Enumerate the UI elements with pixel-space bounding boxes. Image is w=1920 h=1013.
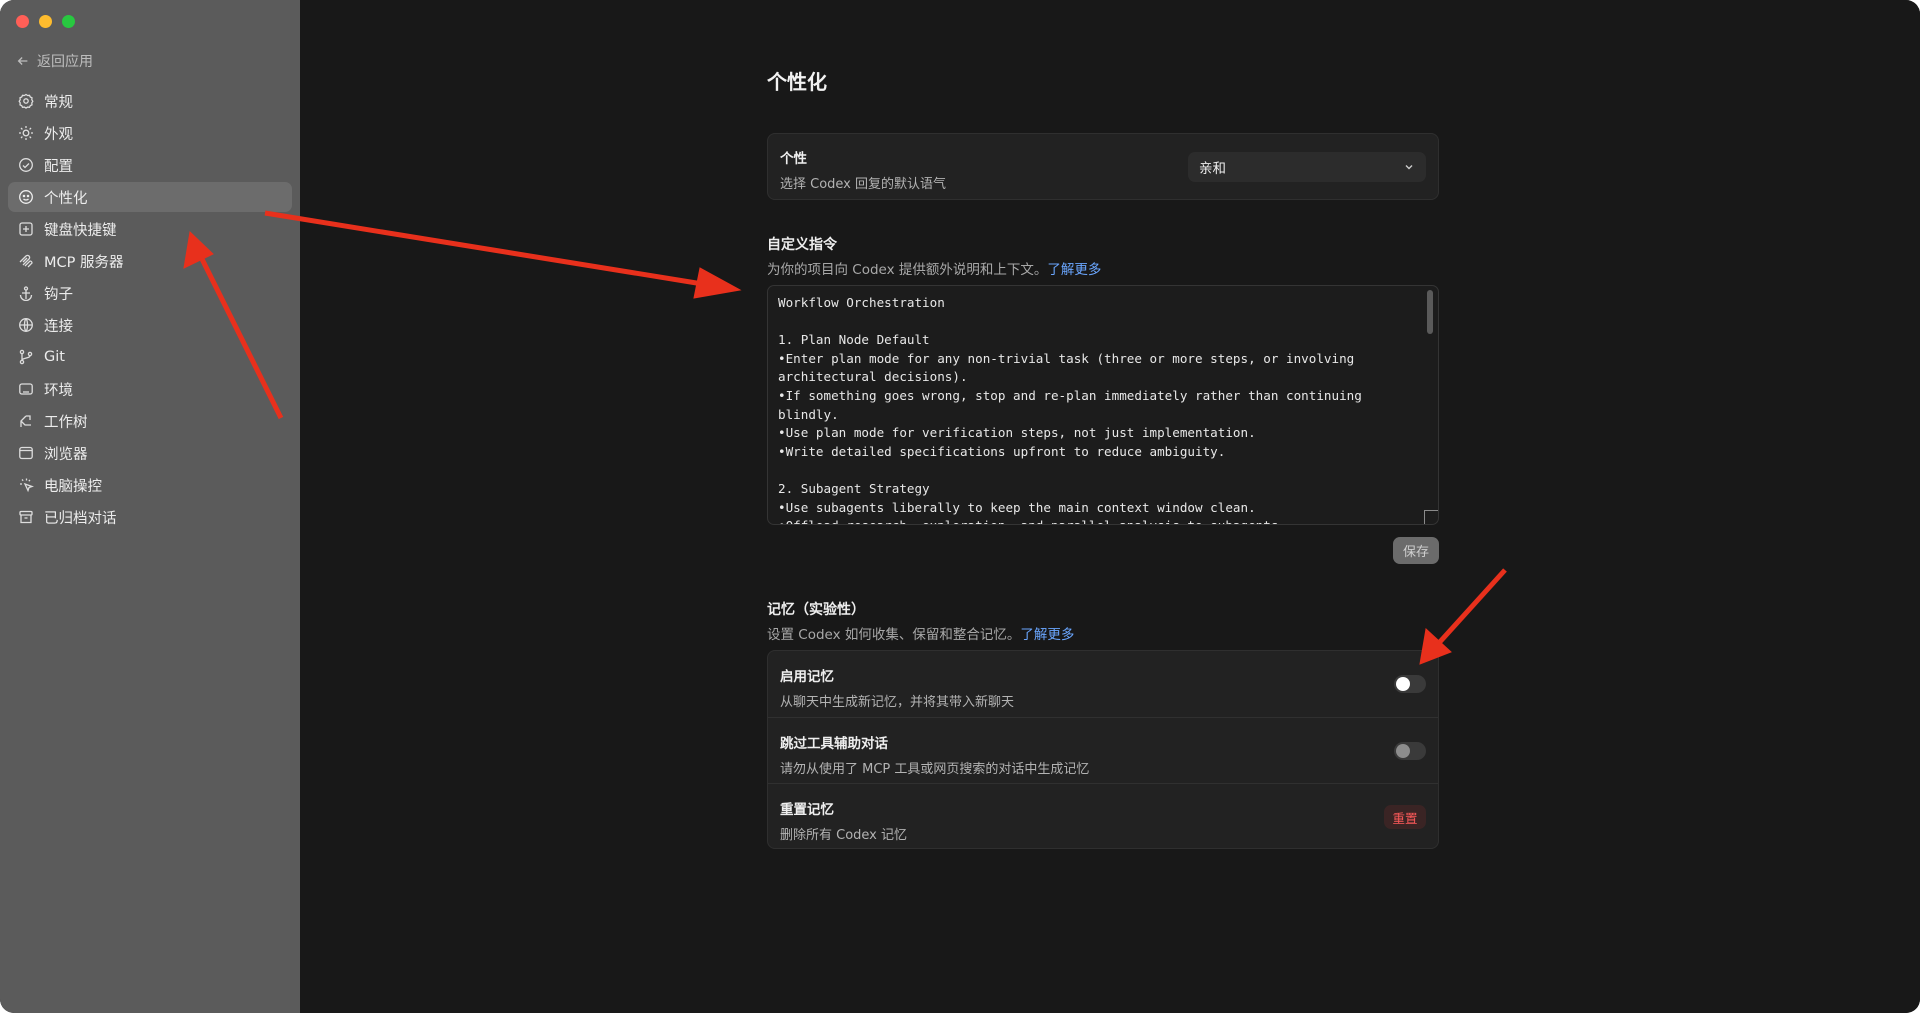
skip-tool-chats-description: 请勿从使用了 MCP 工具或网页搜索的对话中生成记忆 (780, 762, 1090, 777)
archive-icon (19, 510, 33, 524)
editor-scrollbar[interactable] (1427, 290, 1433, 334)
custom-instructions-textarea[interactable]: Workflow Orchestration 1. Plan Node Defa… (767, 285, 1439, 525)
gear-icon (18, 93, 34, 109)
anchor-icon (19, 286, 33, 301)
personality-card: 个性 选择 Codex 回复的默认语气 亲和 (767, 133, 1439, 200)
skip-tool-chats-title: 跳过工具辅助对话 (780, 736, 888, 752)
custom-instructions-text: Workflow Orchestration 1. Plan Node Defa… (778, 295, 1362, 524)
sun-icon (19, 126, 33, 140)
sidebar-item-label: 钩子 (44, 286, 73, 303)
main-panel: 个性化 个性 选择 Codex 回复的默认语气 亲和 自定义指令 为你的项目向 … (300, 0, 1920, 1013)
sidebar-item-general[interactable]: 常规 (8, 86, 292, 116)
reset-memory-row: 重置记忆 删除所有 Codex 记忆 重置 (768, 783, 1438, 849)
skip-tool-chats-toggle[interactable] (1394, 742, 1426, 760)
sidebar-item-mcp-servers[interactable]: MCP 服务器 (8, 246, 292, 276)
sidebar-item-computer-use[interactable]: 电脑操控 (8, 470, 292, 500)
personality-selected-value: 亲和 (1199, 161, 1226, 177)
sidebar-item-config[interactable]: 配置 (8, 150, 292, 180)
personality-icon (19, 190, 33, 204)
sidebar-item-label: 工作树 (44, 414, 88, 431)
arrow-left-icon (17, 57, 28, 65)
worktree-icon (20, 415, 31, 427)
chevron-down-icon (1405, 165, 1413, 170)
sidebar-item-keyboard-shortcuts[interactable]: 键盘快捷键 (8, 214, 292, 244)
sidebar-item-label: 已归档对话 (44, 510, 117, 527)
window-controls (16, 15, 75, 28)
terminal-icon (19, 383, 33, 395)
sidebar-item-git[interactable]: Git (8, 342, 292, 372)
sidebar-item-personalization[interactable]: 个性化 (8, 182, 292, 212)
skip-tool-chats-row: 跳过工具辅助对话 请勿从使用了 MCP 工具或网页搜索的对话中生成记忆 (768, 717, 1438, 783)
minimize-window-button[interactable] (39, 15, 52, 28)
sidebar-item-appearance[interactable]: 外观 (8, 118, 292, 148)
enable-memory-description: 从聊天中生成新记忆，并将其带入新聊天 (780, 695, 1015, 710)
sidebar-item-label: 浏览器 (44, 446, 88, 463)
sidebar-item-label: 键盘快捷键 (44, 222, 117, 239)
sidebar-item-label: 环境 (44, 382, 73, 399)
memory-description: 设置 Codex 如何收集、保留和整合记忆。了解更多 (767, 627, 1075, 643)
memory-learn-more-link[interactable]: 了解更多 (1020, 627, 1074, 643)
back-to-app-link[interactable]: 返回应用 (16, 51, 93, 71)
keyboard-icon (19, 222, 33, 236)
custom-instructions-learn-more-link[interactable]: 了解更多 (1047, 262, 1101, 278)
reset-memory-button[interactable]: 重置 (1384, 805, 1426, 829)
save-button[interactable]: 保存 (1393, 537, 1439, 564)
globe-icon (19, 318, 33, 332)
enable-memory-toggle[interactable] (1394, 675, 1426, 693)
git-branch-icon (19, 349, 33, 365)
sidebar-item-label: 个性化 (44, 190, 88, 207)
cursor-icon (20, 478, 34, 493)
sidebar-item-label: 常规 (44, 94, 73, 111)
sidebar-item-environment[interactable]: 环境 (8, 374, 292, 404)
page-title: 个性化 (767, 70, 827, 94)
zoom-window-button[interactable] (62, 15, 75, 28)
browser-icon (19, 446, 33, 460)
enable-memory-row: 启用记忆 从聊天中生成新记忆，并将其带入新聊天 (768, 651, 1438, 717)
memory-title: 记忆（实验性） (767, 602, 865, 618)
sidebar-item-worktrees[interactable]: 工作树 (8, 406, 292, 436)
sidebar-item-label: 外观 (44, 126, 73, 143)
config-icon (19, 158, 33, 172)
sidebar: 返回应用 常规 外观 配置 个性化 键盘快捷键 MCP 服务器 钩子 连接 Gi… (0, 0, 300, 1013)
sidebar-item-label: Git (44, 349, 65, 365)
mcp-icon (19, 254, 33, 268)
sidebar-item-hooks[interactable]: 钩子 (8, 278, 292, 308)
close-window-button[interactable] (16, 15, 29, 28)
sidebar-item-archived-chats[interactable]: 已归档对话 (8, 502, 292, 532)
resize-handle[interactable] (1424, 510, 1438, 524)
memory-card: 启用记忆 从聊天中生成新记忆，并将其带入新聊天 跳过工具辅助对话 请勿从使用了 … (767, 650, 1439, 849)
custom-instructions-title: 自定义指令 (767, 237, 837, 253)
enable-memory-title: 启用记忆 (780, 669, 834, 685)
settings-window: 返回应用 常规 外观 配置 个性化 键盘快捷键 MCP 服务器 钩子 连接 Gi… (0, 0, 1920, 1013)
personality-select[interactable]: 亲和 (1188, 152, 1426, 182)
reset-memory-title: 重置记忆 (780, 802, 834, 818)
sidebar-item-connections[interactable]: 连接 (8, 310, 292, 340)
reset-memory-description: 删除所有 Codex 记忆 (780, 828, 908, 843)
personality-description: 选择 Codex 回复的默认语气 (780, 177, 947, 192)
sidebar-item-label: MCP 服务器 (44, 254, 124, 271)
sidebar-item-browser[interactable]: 浏览器 (8, 438, 292, 468)
sidebar-item-label: 配置 (44, 158, 73, 175)
sidebar-nav: 常规 外观 配置 个性化 键盘快捷键 MCP 服务器 钩子 连接 Git 环境 … (8, 86, 292, 534)
custom-instructions-description: 为你的项目向 Codex 提供额外说明和上下文。了解更多 (767, 262, 1102, 278)
back-label: 返回应用 (37, 54, 93, 70)
sidebar-item-label: 电脑操控 (44, 478, 102, 495)
personality-title: 个性 (780, 151, 807, 167)
sidebar-item-label: 连接 (44, 318, 73, 335)
